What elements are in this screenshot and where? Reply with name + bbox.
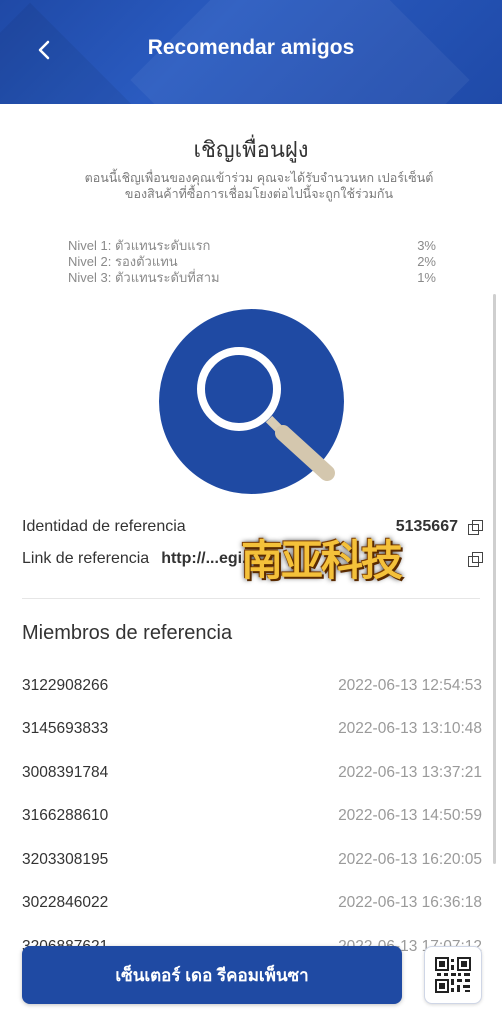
member-id: 3203308195 xyxy=(22,850,109,868)
copy-icon[interactable] xyxy=(468,552,483,567)
reward-center-button[interactable]: เซ็นเตอร์ เดอ รีคอมเพ็นซา xyxy=(22,946,402,1004)
member-id: 3008391784 xyxy=(22,763,109,781)
member-date: 2022-06-13 16:20:05 xyxy=(338,850,482,868)
qr-code-button[interactable] xyxy=(424,946,482,1004)
members-title: Miembros de referencia xyxy=(22,622,233,644)
scrollbar[interactable] xyxy=(493,294,496,864)
member-list: 3122908266 2022-06-13 12:54:53 314569383… xyxy=(22,664,482,969)
invite-description: ตอนนี้เชิญเพื่อนของคุณเข้าร่วม คุณจะได้ร… xyxy=(84,171,434,201)
level-percent: 2% xyxy=(417,254,436,269)
member-id: 3122908266 xyxy=(22,676,109,694)
referral-id-label: Identidad de referencia xyxy=(22,518,186,535)
level-label: Nivel 3: ตัวแทนระดับที่สาม xyxy=(68,270,220,285)
member-id: 3022846022 xyxy=(22,894,109,912)
member-date: 2022-06-13 12:54:53 xyxy=(338,676,482,694)
list-item: 3166288610 2022-06-13 14:50:59 xyxy=(22,795,482,839)
qr-code-icon xyxy=(435,957,471,993)
referral-link-label: Link de referencia xyxy=(22,550,150,567)
level-percent: 1% xyxy=(417,270,436,285)
qr-code-placeholder[interactable] xyxy=(159,309,344,494)
member-date: 2022-06-13 13:37:21 xyxy=(338,763,482,781)
search-icon xyxy=(197,347,335,481)
member-date: 2022-06-13 14:50:59 xyxy=(338,807,482,825)
page-title: Recomendar amigos xyxy=(147,36,355,59)
member-date: 2022-06-13 16:36:18 xyxy=(338,894,482,912)
level-row: Nivel 2: รองตัวแทน 2% xyxy=(68,254,436,270)
list-item: 3203308195 2022-06-13 16:20:05 xyxy=(22,838,482,882)
level-percent: 3% xyxy=(417,238,436,253)
divider xyxy=(22,598,480,599)
copy-icon[interactable] xyxy=(468,520,483,535)
invite-title: เชิญเพื่อนฝูง xyxy=(193,137,309,162)
member-id: 3166288610 xyxy=(22,807,109,825)
list-item: 3008391784 2022-06-13 13:37:21 xyxy=(22,751,482,795)
list-item: 3145693833 2022-06-13 13:10:48 xyxy=(22,708,482,752)
level-row: Nivel 1: ตัวแทนระดับแรก 3% xyxy=(68,238,436,254)
bottom-bar: เซ็นเตอร์ เดอ รีคอมเพ็นซา xyxy=(0,946,502,1024)
main-content[interactable]: เชิญเพื่อนฝูง ตอนนี้เชิญเพื่อนของคุณเข้า… xyxy=(0,104,502,1024)
level-label: Nivel 1: ตัวแทนระดับแรก xyxy=(68,238,211,253)
level-label: Nivel 2: รองตัวแทน xyxy=(68,254,178,269)
member-id: 3145693833 xyxy=(22,720,109,738)
header: Recomendar amigos xyxy=(0,0,502,104)
commission-levels: Nivel 1: ตัวแทนระดับแรก 3% Nivel 2: รองต… xyxy=(68,238,436,286)
level-row: Nivel 3: ตัวแทนระดับที่สาม 1% xyxy=(68,270,436,286)
watermark-logo: 南亚科技 xyxy=(240,535,403,585)
member-date: 2022-06-13 13:10:48 xyxy=(338,720,482,738)
list-item: 3122908266 2022-06-13 12:54:53 xyxy=(22,664,482,708)
list-item: 3022846022 2022-06-13 16:36:18 xyxy=(22,882,482,926)
